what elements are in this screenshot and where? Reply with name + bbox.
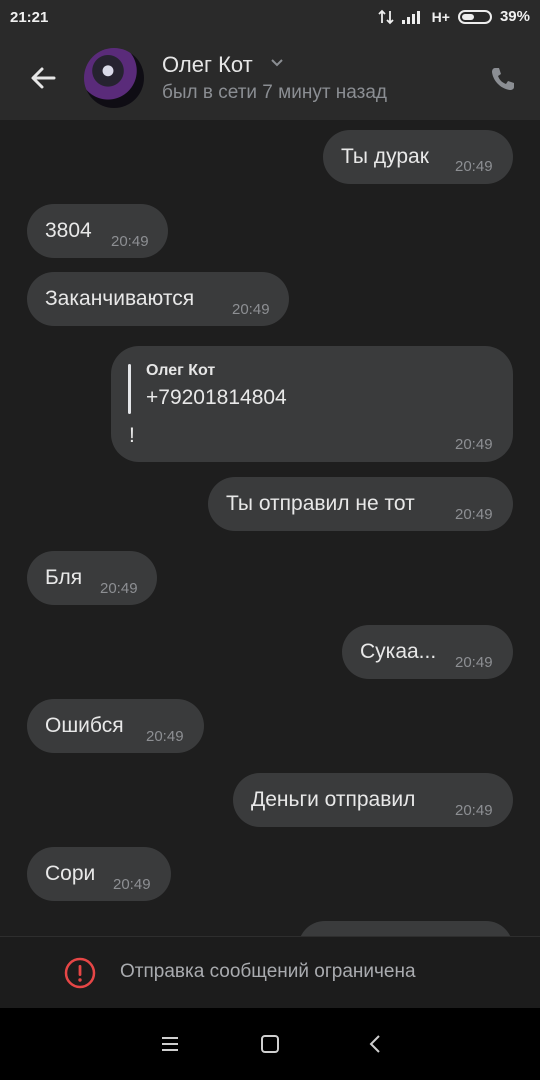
message-bubble[interactable]: Ты дурак 20:49 — [323, 130, 513, 184]
message-bubble[interactable]: Деньги отправил 20:49 — [233, 773, 513, 827]
message-time: 20:49 — [111, 233, 149, 250]
message-bubble[interactable]: Заканчиваются 20:49 — [27, 272, 289, 326]
back-chevron-icon[interactable] — [364, 1032, 388, 1056]
message-bubble[interactable]: Сори 20:49 — [27, 847, 171, 901]
message-text: ! — [129, 424, 135, 447]
signal-icon — [401, 10, 424, 24]
reply-quote-bar — [128, 364, 131, 414]
battery-level: 39% — [499, 8, 530, 25]
message-time: 20:49 — [455, 506, 493, 523]
message-list[interactable]: Ты дурак 20:49 3804 20:49 Заканчиваются … — [0, 120, 540, 936]
message-text: Сукаа... — [360, 640, 437, 663]
message-time: 20:49 — [455, 802, 493, 819]
message-time: 20:49 — [113, 876, 151, 893]
restriction-text: Отправка сообщений ограничена — [120, 961, 416, 982]
status-bar: 21:21 H+ 39% — [0, 0, 540, 36]
reply-text[interactable]: +79201814804 — [146, 386, 287, 410]
status-time: 21:21 — [10, 9, 49, 26]
message-time: 20:49 — [146, 728, 184, 745]
battery-icon — [457, 9, 492, 24]
contact-name[interactable]: Олег Кот — [162, 52, 253, 78]
message-bubble[interactable]: Ошибся 20:49 — [27, 699, 204, 753]
data-transfer-icon — [378, 9, 394, 24]
message-time: 20:49 — [232, 301, 270, 318]
home-square-icon[interactable] — [258, 1032, 282, 1056]
contact-status: был в сети 7 минут назад — [162, 82, 388, 103]
message-bubble[interactable]: Бля 20:49 — [27, 551, 157, 605]
alert-circle-icon — [64, 957, 96, 989]
message-text: Заканчиваются — [45, 287, 195, 310]
message-bubble-partial[interactable] — [298, 921, 513, 936]
system-nav-bar — [0, 1008, 540, 1080]
phone-icon[interactable] — [488, 64, 518, 94]
message-text: Ты дурак — [341, 145, 429, 168]
restriction-bar: Отправка сообщений ограничена — [0, 936, 540, 1009]
message-text: 3804 — [45, 219, 92, 242]
status-indicators: H+ 39% — [378, 8, 530, 25]
message-bubble[interactable]: 3804 20:49 — [27, 204, 168, 258]
reply-message-bubble[interactable]: Олег Кот +79201814804 ! 20:49 — [111, 346, 513, 462]
network-type: H+ — [431, 8, 450, 25]
message-time: 20:49 — [100, 580, 138, 597]
message-text: Сори — [45, 862, 96, 885]
message-text: Бля — [45, 566, 83, 589]
message-time: 20:49 — [455, 158, 493, 175]
chevron-down-icon[interactable] — [270, 58, 284, 68]
avatar[interactable] — [84, 48, 144, 108]
message-time: 20:49 — [455, 436, 493, 453]
reply-author[interactable]: Олег Кот — [146, 362, 215, 380]
back-arrow-icon[interactable] — [24, 58, 64, 98]
menu-icon[interactable] — [158, 1032, 182, 1056]
message-bubble[interactable]: Ты отправил не тот 20:49 — [208, 477, 513, 531]
message-text: Ты отправил не тот — [226, 492, 415, 515]
message-bubble[interactable]: Сукаа... 20:49 — [342, 625, 513, 679]
message-text: Ошибся — [45, 714, 124, 737]
message-text: Деньги отправил — [251, 788, 416, 811]
message-time: 20:49 — [455, 654, 493, 671]
chat-header: Олег Кот был в сети 7 минут назад — [0, 36, 540, 120]
